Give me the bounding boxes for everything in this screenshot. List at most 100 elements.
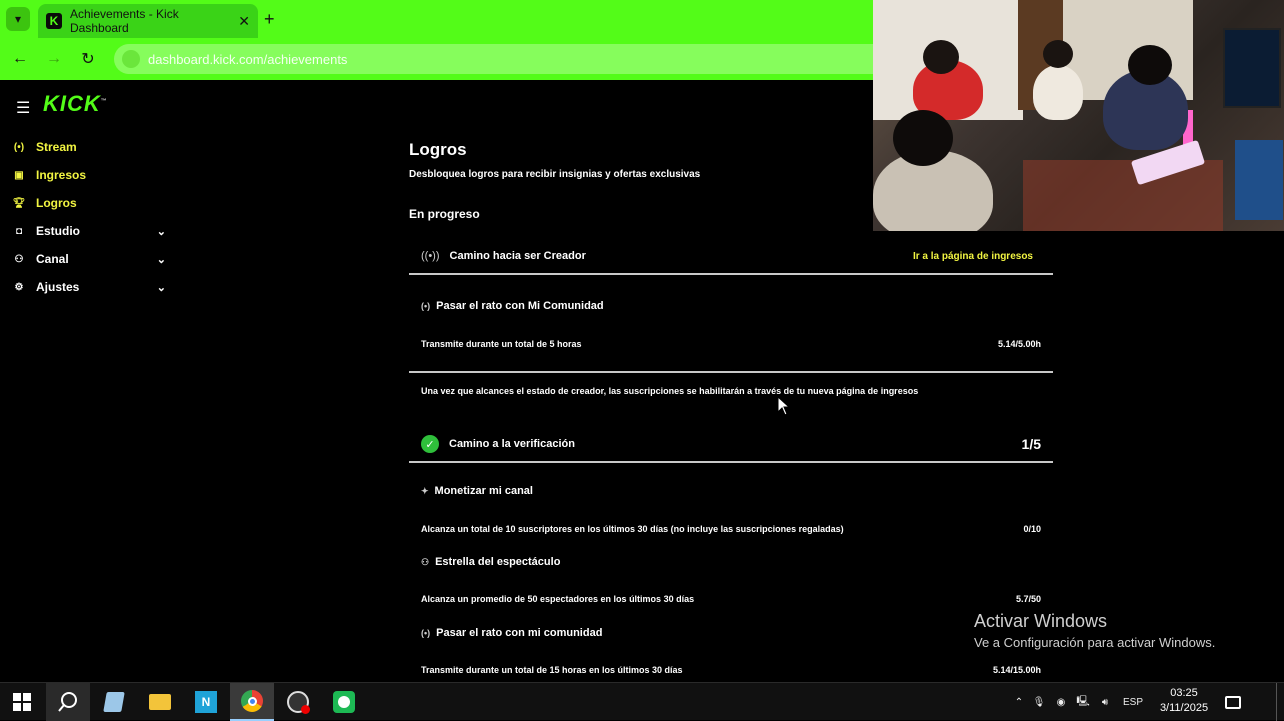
sidebar-item-label: Canal — [36, 252, 69, 266]
webcam-icon[interactable]: ◉ — [1050, 697, 1072, 708]
studio-icon: ◘ — [15, 225, 23, 237]
gear-icon: ⚙ — [14, 281, 24, 293]
task-title-text: Estrella del espectáculo — [435, 556, 561, 568]
system-clock[interactable]: 03:25 3/11/2025 — [1156, 686, 1212, 716]
windows-taskbar: N ⌃ 🎙︎ ◉ 🖳 🔊︎ ESP 03:25 3/11/2025 — [0, 682, 1284, 721]
logo-text: KICK — [43, 91, 101, 116]
broadcast-icon: (•) — [13, 141, 25, 153]
creator-path-title: Camino hacia ser Creador — [449, 250, 586, 262]
search-icon — [58, 692, 77, 712]
sidebar-item-logros[interactable]: 🏆︎ Logros — [12, 192, 172, 214]
sidebar-item-label: Ingresos — [36, 168, 87, 182]
windows-activation-watermark: Activar Windows Ve a Configuración para … — [974, 611, 1215, 650]
chevron-down-icon: ⌄ — [156, 281, 166, 294]
page-subtitle: Desbloquea logros para recibir insignias… — [409, 169, 701, 180]
chevron-up-icon[interactable]: ⌃ — [1010, 697, 1028, 708]
verification-task-row: Alcanza un promedio de 50 espectadores e… — [421, 594, 1041, 604]
sidebar-item-ajustes[interactable]: ⚙ Ajustes ⌄ — [12, 276, 172, 298]
clock-time: 03:25 — [1170, 687, 1198, 699]
sidebar-item-label: Logros — [36, 196, 77, 210]
sidebar-item-label: Stream — [36, 140, 77, 154]
taskbar-app-explorer[interactable] — [138, 683, 182, 721]
income-page-link[interactable]: Ir a la página de ingresos — [913, 251, 1033, 262]
dashboard-sidebar: ☰ KICK™ (•) Stream ▣ Ingresos 🏆︎ Logros … — [0, 80, 180, 682]
forward-arrow-icon[interactable]: → — [44, 49, 64, 69]
task-title-text: Pasar el rato con Mi Comunidad — [436, 300, 604, 312]
verification-task-title: ✦ Monetizar mi canal — [421, 485, 533, 497]
broadcast-icon: (•) — [421, 301, 431, 311]
sidebar-item-label: Ajustes — [36, 280, 80, 294]
taskbar-app-files[interactable] — [92, 683, 136, 721]
notifications-button[interactable] — [1216, 683, 1250, 721]
site-info-icon[interactable] — [122, 50, 140, 68]
url-text: dashboard.kick.com/achievements — [148, 51, 348, 67]
watermark-subtitle: Ve a Configuración para activar Windows. — [974, 635, 1216, 650]
creator-note: Una vez que alcances el estado de creado… — [421, 386, 919, 396]
broadcast-icon: ((•)) — [421, 250, 440, 262]
verification-task-title: ⚇ Estrella del espectáculo — [421, 556, 560, 568]
microphone-icon[interactable]: 🎙︎ — [1028, 697, 1050, 708]
kick-favicon-icon: K — [46, 13, 62, 29]
sidebar-item-ingresos[interactable]: ▣ Ingresos — [12, 164, 172, 186]
task-description: Transmite durante un total de 5 horas — [421, 339, 582, 349]
note-app-icon: N — [195, 691, 217, 713]
windows-logo-icon — [13, 693, 31, 711]
reload-icon[interactable]: ↻ — [78, 49, 98, 69]
browser-tab[interactable]: K Achievements - Kick Dashboard ✕ — [38, 4, 258, 38]
kick-logo[interactable]: KICK™ — [43, 91, 108, 117]
new-tab-button[interactable]: + — [264, 9, 275, 29]
tab-search-button[interactable]: ▾ — [6, 7, 30, 31]
task-description: Alcanza un total de 10 suscriptores en l… — [421, 524, 844, 534]
task-progress: 5.14/5.00h — [997, 339, 1041, 349]
document-app-icon — [103, 692, 125, 712]
taskbar-app-obs[interactable] — [276, 683, 320, 721]
network-icon[interactable]: 🖳 — [1072, 694, 1094, 711]
divider — [409, 371, 1053, 373]
sidebar-item-estudio[interactable]: ◘ Estudio ⌄ — [12, 220, 172, 242]
notification-icon — [1225, 695, 1241, 709]
spotify-icon — [333, 691, 355, 713]
obs-icon — [287, 691, 310, 714]
task-progress: 0/10 — [1023, 524, 1041, 534]
verification-title: Camino a la verificación — [449, 438, 575, 450]
task-progress: 5.14/15.00h — [992, 665, 1041, 675]
hamburger-menu-icon[interactable]: ☰ — [16, 98, 30, 118]
creator-task-row: Transmite durante un total de 5 horas 5.… — [421, 339, 1041, 349]
folder-icon — [149, 694, 171, 710]
volume-icon[interactable]: 🔊︎ — [1094, 697, 1116, 708]
task-title-text: Pasar el rato con mi comunidad — [436, 627, 603, 639]
creator-path-header: ((•)) Camino hacia ser Creador Ir a la p… — [409, 239, 1053, 275]
input-language[interactable]: ESP — [1116, 697, 1150, 708]
back-arrow-icon[interactable]: ← — [10, 49, 30, 69]
task-progress: 5.7/50 — [1015, 594, 1041, 604]
verification-task-title: (•) Pasar el rato con mi comunidad — [421, 627, 602, 639]
taskbar-app-spotify[interactable] — [322, 683, 366, 721]
system-tray: ⌃ 🎙︎ ◉ 🖳 🔊︎ ESP — [1010, 683, 1150, 721]
verification-count: 1/5 — [1021, 436, 1041, 452]
verification-task-row: Alcanza un total de 10 suscriptores en l… — [421, 524, 1041, 534]
watermark-title: Activar Windows — [974, 611, 1108, 631]
taskbar-app-chrome[interactable] — [230, 683, 274, 721]
verification-path-header: ✓ Camino a la verificación 1/5 — [409, 427, 1053, 463]
search-button[interactable] — [46, 683, 90, 721]
chrome-icon — [241, 690, 263, 712]
chevron-down-icon: ⌄ — [156, 225, 166, 238]
task-title-text: Monetizar mi canal — [434, 485, 533, 497]
sidebar-item-stream[interactable]: (•) Stream — [12, 136, 172, 158]
webcam-overlay — [873, 0, 1284, 231]
tab-title: Achievements - Kick Dashboard — [70, 7, 179, 35]
broadcast-icon: (•) — [421, 628, 431, 638]
trophy-icon: 🏆︎ — [12, 197, 26, 209]
verification-task-row: Transmite durante un total de 15 horas e… — [421, 665, 1041, 675]
close-tab-icon[interactable]: ✕ — [238, 13, 250, 30]
channel-icon: ⚇ — [14, 253, 24, 265]
star-people-icon: ⚇ — [421, 556, 430, 567]
show-desktop-button[interactable] — [1276, 683, 1284, 721]
verified-check-icon: ✓ — [421, 435, 439, 453]
wallet-icon: ▣ — [14, 169, 24, 181]
taskbar-app-notes[interactable]: N — [184, 683, 228, 721]
sidebar-item-canal[interactable]: ⚇ Canal ⌄ — [12, 248, 172, 270]
section-heading: En progreso — [409, 207, 480, 221]
start-button[interactable] — [0, 683, 44, 721]
page-title: Logros — [409, 140, 467, 159]
